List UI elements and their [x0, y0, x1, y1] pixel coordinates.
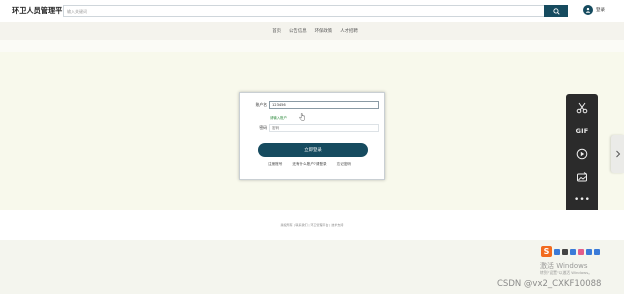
account-label: 账户名 [255, 102, 267, 107]
gif-tool[interactable]: GIF [574, 124, 590, 138]
ime-mic-icon [570, 248, 576, 255]
chevron-right-icon [615, 150, 620, 158]
password-label: 密码 [259, 125, 267, 130]
gif-icon: GIF [575, 127, 589, 135]
user-icon [583, 5, 593, 15]
nav-item-jobs[interactable]: 人才招聘 [340, 28, 358, 34]
top-bar: 环卫人员管理平台 登录 [0, 0, 624, 22]
user-login-link[interactable]: 登录 [583, 5, 605, 15]
search-input[interactable] [64, 6, 545, 16]
login-button[interactable]: 立即登录 [258, 143, 368, 157]
ime-punct-icon [562, 248, 568, 255]
login-label: 登录 [596, 8, 605, 13]
nav-item-policy[interactable]: 环保政策 [315, 28, 333, 34]
more-icon: ••• [574, 195, 590, 205]
ime-lang-icon [554, 248, 560, 255]
play-icon [576, 148, 588, 160]
account-row: 账户名 [240, 101, 379, 109]
footer-text: 版权所有 | 联系我们 | 环卫管理平台 | 技术支持 [280, 223, 344, 227]
record-tool[interactable] [574, 147, 590, 161]
floating-toolbar: GIF ••• [566, 94, 598, 215]
account-hint: 请输入账户 [270, 116, 287, 120]
account-input[interactable] [269, 101, 379, 109]
login-links: 注册账号 还有什么账户?请登录 忘记密码 [268, 162, 351, 167]
password-input[interactable] [269, 124, 379, 132]
image-edit-tool[interactable] [574, 170, 590, 184]
mouse-cursor-icon [299, 113, 305, 121]
account-login-link[interactable]: 还有什么账户?请登录 [292, 162, 326, 167]
ime-skin-icon [578, 248, 584, 255]
scissors-tool[interactable] [574, 101, 590, 115]
ime-settings-icon [594, 248, 600, 255]
forgot-password-link[interactable]: 忘记密码 [337, 162, 351, 167]
side-expand-tab[interactable] [611, 135, 624, 173]
footer: 版权所有 | 联系我们 | 环卫管理平台 | 技术支持 [0, 210, 624, 240]
search-box [63, 5, 568, 17]
scissors-icon [576, 102, 588, 114]
ime-logo-icon: S [541, 246, 552, 257]
site-title: 环卫人员管理平台 [12, 6, 70, 15]
register-link[interactable]: 注册账号 [268, 162, 282, 167]
ime-keyboard-icon [586, 248, 592, 255]
csdn-watermark: CSDN @vx2_CXKF10088 [497, 279, 602, 289]
password-row: 密码 [240, 124, 379, 132]
nav-item-home[interactable]: 首页 [272, 28, 281, 34]
image-edit-icon [577, 172, 587, 182]
nav-item-notices[interactable]: 公告信息 [289, 28, 307, 34]
search-button[interactable] [544, 5, 568, 17]
search-icon [552, 7, 560, 15]
ime-toolbar[interactable]: S [541, 246, 600, 257]
login-form: 账户名 请输入账户 密码 立即登录 注册账号 还有什么账户?请登录 忘记密码 [239, 92, 385, 180]
more-tool[interactable]: ••• [574, 193, 590, 207]
activation-watermark-subtitle: 转到"设置"以激活 Windows。 [540, 270, 593, 275]
main-nav: 首页 公告信息 环保政策 人才招聘 [0, 22, 624, 40]
